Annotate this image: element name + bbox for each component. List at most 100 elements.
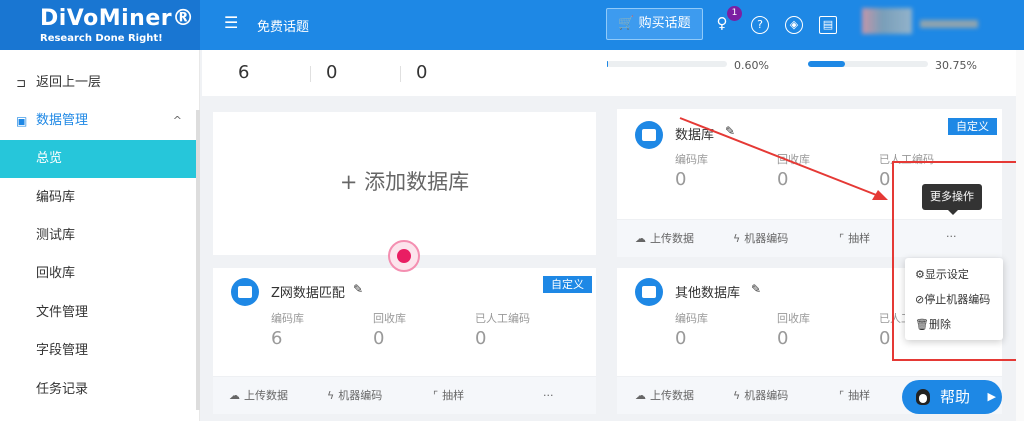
database-icon <box>635 278 663 306</box>
sample-button[interactable]: ⌜ 抽样 <box>433 377 464 415</box>
logo-text: DiVoMiner® <box>40 6 195 31</box>
lightning-icon: ϟ <box>327 389 335 402</box>
avatar[interactable] <box>862 8 912 34</box>
sidebar-item-overview[interactable]: 总览 <box>0 140 196 178</box>
sidebar-item-label: 字段管理 <box>36 343 89 358</box>
sidebar-data-management[interactable]: ▣ 数据管理 ^ <box>0 102 196 140</box>
upload-data-button[interactable]: ☁ 上传数据 <box>635 220 694 258</box>
add-database-card[interactable]: + 添加数据库 <box>213 112 596 255</box>
compass-icon[interactable]: ◈ <box>785 16 803 34</box>
progress-label: 30.75% <box>935 59 977 72</box>
sidebar-item-label: 总览 <box>36 151 63 166</box>
col-value: 0 <box>675 169 687 190</box>
sidebar-scrollbar[interactable] <box>196 110 200 410</box>
col-label: 回收库 <box>777 153 810 166</box>
delete-item[interactable]: 🗑删除 <box>915 313 951 337</box>
divider <box>310 66 311 82</box>
sidebar-item-label: 任务记录 <box>36 382 89 397</box>
document-icon: ▣ <box>16 114 28 128</box>
dropdown-label: 删除 <box>928 318 951 331</box>
logo[interactable]: DiVoMiner® Research Done Right! <box>0 0 200 50</box>
sample-label: 抽样 <box>442 389 465 402</box>
dropdown-label: 停止机器编码 <box>924 293 991 306</box>
upload-data-button[interactable]: ☁ 上传数据 <box>635 377 694 415</box>
trash-icon: 🗑 <box>915 318 929 331</box>
upload-data-button[interactable]: ☁ 上传数据 <box>229 377 288 415</box>
logo-tagline: Research Done Right! <box>40 33 163 44</box>
clipboard-icon[interactable]: ▤ <box>819 16 837 34</box>
machine-coding-button[interactable]: ϟ 机器编码 <box>733 377 788 415</box>
machine-coding-button[interactable]: ϟ 机器编码 <box>327 377 382 415</box>
sidebar-item-tasks[interactable]: 任务记录 <box>0 371 196 409</box>
col-label: 回收库 <box>373 312 406 325</box>
database-card: Z网数据匹配 ✎ 自定义 编码库 回收库 已人工编码 6 0 0 ☁ 上传数据 ϟ… <box>213 268 596 414</box>
edit-icon[interactable]: ✎ <box>353 282 363 296</box>
col-label: 编码库 <box>271 312 304 325</box>
notification-badge: 1 <box>727 6 742 21</box>
add-database-label: + 添加数据库 <box>339 170 470 194</box>
stats-strip: 6 0 0 0.60% 30.75% <box>202 50 1024 96</box>
more-actions-button[interactable]: ··· <box>543 377 554 415</box>
more-actions-button[interactable]: ··· <box>946 230 957 243</box>
penguin-icon <box>916 389 930 405</box>
database-icon <box>231 278 259 306</box>
edit-icon[interactable]: ✎ <box>725 124 735 138</box>
sidebar-back[interactable]: ⊐ 返回上一层 <box>0 64 196 102</box>
username[interactable] <box>920 20 978 28</box>
sidebar: ⊐ 返回上一层 ▣ 数据管理 ^ 总览 编码库 测试库 回收库 文件管理 字段管… <box>0 50 200 421</box>
machine-coding-label: 机器编码 <box>338 389 383 402</box>
lightning-icon: ϟ <box>733 232 741 245</box>
sidebar-item-label: 编码库 <box>36 190 76 205</box>
sidebar-item-recycle[interactable]: 回收库 <box>0 255 196 293</box>
sidebar-item-coding[interactable]: 编码库 <box>0 179 196 217</box>
col-value: 0 <box>777 169 789 190</box>
sidebar-item-test[interactable]: 测试库 <box>0 217 196 255</box>
sidebar-item-label: 回收库 <box>36 266 76 281</box>
chevron-right-icon: ▶ <box>987 390 996 403</box>
upload-icon: ☁ <box>229 389 240 402</box>
stat-value: 0 <box>326 62 338 83</box>
more-actions-tooltip: 更多操作 <box>922 184 982 215</box>
sample-icon: ⌜ <box>839 232 845 245</box>
page-scrollbar[interactable] <box>1016 50 1024 421</box>
help-button[interactable]: 帮助 ▶ <box>902 380 1002 414</box>
col-value: 0 <box>879 169 891 190</box>
back-icon: ⊐ <box>16 76 27 90</box>
machine-coding-button[interactable]: ϟ 机器编码 <box>733 220 788 258</box>
edit-icon[interactable]: ✎ <box>751 282 761 296</box>
card-title: 数据库 <box>675 128 715 143</box>
sample-icon: ⌜ <box>433 389 439 402</box>
col-label: 已人工编码 <box>475 312 530 325</box>
sidebar-item-label: 文件管理 <box>36 305 89 320</box>
sidebar-back-label: 返回上一层 <box>36 75 102 90</box>
chevron-up-icon: ^ <box>172 114 182 127</box>
display-settings-item[interactable]: ⚙显示设定 <box>915 263 969 287</box>
stop-machine-coding-item[interactable]: ⊘停止机器编码 <box>915 288 990 312</box>
stat-value: 0 <box>416 62 428 83</box>
stat-value: 6 <box>238 62 250 83</box>
sidebar-item-fields[interactable]: 字段管理 <box>0 332 196 370</box>
record-button[interactable] <box>388 240 420 272</box>
upload-icon: ☁ <box>635 389 646 402</box>
buy-topic-button[interactable]: 🛒 购买话题 <box>606 8 703 40</box>
help-icon[interactable]: ? <box>751 16 769 34</box>
menu-toggle-icon[interactable]: ☰ <box>224 15 240 31</box>
divider <box>400 66 401 82</box>
sidebar-item-label: 测试库 <box>36 228 76 243</box>
upload-data-label: 上传数据 <box>650 389 694 402</box>
sidebar-item-files[interactable]: 文件管理 <box>0 294 196 332</box>
sample-button[interactable]: ⌜ 抽样 <box>839 377 870 415</box>
dropdown-label: 显示设定 <box>924 268 969 281</box>
card-footer: ☁ 上传数据 ϟ 机器编码 ⌜ 抽样 ··· <box>213 376 596 414</box>
col-label: 编码库 <box>675 153 708 166</box>
col-value: 6 <box>271 328 283 349</box>
more-actions-dropdown: ⚙显示设定 ⊘停止机器编码 🗑删除 <box>905 258 1003 340</box>
col-label: 编码库 <box>675 312 708 325</box>
col-value: 0 <box>879 328 891 349</box>
help-label: 帮助 <box>940 388 971 406</box>
sample-button[interactable]: ⌜ 抽样 <box>839 220 870 258</box>
machine-coding-label: 机器编码 <box>744 389 789 402</box>
database-icon <box>635 121 663 149</box>
col-value: 0 <box>777 328 789 349</box>
col-value: 0 <box>675 328 687 349</box>
